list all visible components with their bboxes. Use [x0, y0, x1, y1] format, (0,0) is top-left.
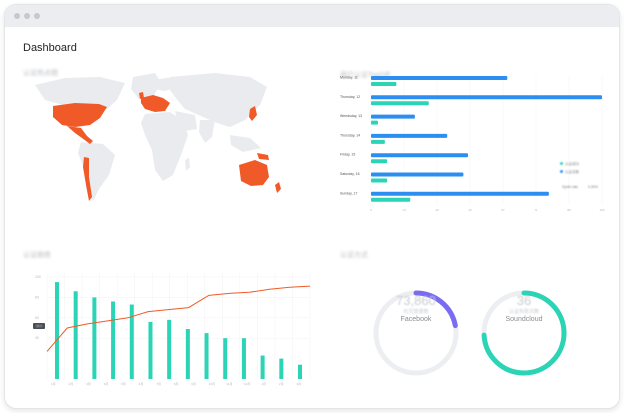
donut-soundcloud-text: 36 认证失败次数 Soundcloud — [482, 293, 566, 323]
donut-soundcloud-sublabel: 认证失败次数 — [508, 309, 539, 315]
donut-facebook-value: 73,860 — [396, 293, 436, 308]
app-window: Dashboard 认证热点图 用户认证TopDiff 认证趋势 认证方式 0 … — [4, 4, 620, 409]
donut-soundcloud-label: Soundcloud — [505, 316, 543, 323]
donut-facebook-sublabel: 社交登录数 — [403, 309, 429, 315]
donut-facebook-text: 73,860 社交登录数 Facebook — [374, 293, 458, 323]
donut-soundcloud-value: 36 — [516, 293, 532, 308]
donut-charts — [373, 290, 567, 376]
donut-facebook-label: Facebook — [400, 316, 432, 323]
